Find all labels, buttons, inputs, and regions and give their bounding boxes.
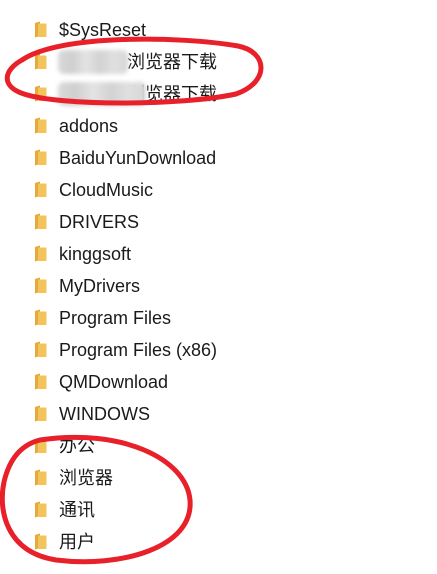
- folder-icon: [35, 533, 47, 550]
- folder-label: MyDrivers: [59, 276, 140, 296]
- folder-icon: [35, 213, 47, 230]
- folder-label: DRIVERS: [59, 212, 140, 232]
- folder-item-users[interactable]: 用户: [0, 526, 437, 558]
- folder-label: kinggsoft: [59, 244, 132, 264]
- folder-item-cloudmusic[interactable]: CloudMusic: [0, 174, 437, 206]
- folder-item-kinggsoft[interactable]: kinggsoft: [0, 238, 437, 270]
- folder-label: WINDOWS: [59, 404, 150, 424]
- folder-label: BaiduYunDownload: [59, 148, 217, 168]
- folder-icon: [35, 53, 47, 70]
- folder-icon: [35, 341, 47, 358]
- folder-item-program-files[interactable]: Program Files: [0, 302, 437, 334]
- folder-label: Program Files (x86): [59, 340, 218, 360]
- folder-icon: [35, 181, 47, 198]
- folder-icon: [35, 309, 47, 326]
- folder-item-addons[interactable]: addons: [0, 110, 437, 142]
- folder-label: CloudMusic: [59, 180, 154, 200]
- folder-label: 通讯: [59, 500, 95, 520]
- folder-label: 浏览器: [59, 468, 113, 488]
- privacy-blur-mask: [58, 82, 146, 106]
- folder-icon: [35, 117, 47, 134]
- folder-icon: [35, 437, 47, 454]
- folder-item-drivers[interactable]: DRIVERS: [0, 206, 437, 238]
- folder-icon: [35, 501, 47, 518]
- folder-icon: [35, 21, 47, 38]
- folder-label: 浏览器下载: [127, 52, 217, 72]
- folder-label: addons: [59, 116, 119, 136]
- folder-item-windows[interactable]: WINDOWS: [0, 398, 437, 430]
- folder-item-browser-download-1[interactable]: 浏览器下载: [0, 46, 437, 78]
- folder-label: $SysReset: [59, 20, 147, 40]
- folder-label: 用户: [59, 532, 95, 552]
- folder-item-communication[interactable]: 通讯: [0, 494, 437, 526]
- folder-item-sysreset[interactable]: $SysReset: [0, 14, 437, 46]
- folder-label: QMDownload: [59, 372, 169, 392]
- folder-item-qmdownload[interactable]: QMDownload: [0, 366, 437, 398]
- folder-item-program-files-x86[interactable]: Program Files (x86): [0, 334, 437, 366]
- folder-label: Program Files: [59, 308, 172, 328]
- folder-item-browser-download-2[interactable]: 浏览器下载: [0, 78, 437, 110]
- folder-item-browser[interactable]: 浏览器: [0, 462, 437, 494]
- privacy-blur-mask: [58, 50, 128, 74]
- folder-item-office[interactable]: 办公: [0, 430, 437, 462]
- folder-item-mydrivers[interactable]: MyDrivers: [0, 270, 437, 302]
- folder-list: $SysReset 浏览器下载 浏览器下载 addons BaiduYunDow…: [0, 14, 437, 558]
- folder-icon: [35, 245, 47, 262]
- folder-icon: [35, 373, 47, 390]
- folder-item-baiduyundownload[interactable]: BaiduYunDownload: [0, 142, 437, 174]
- folder-icon: [35, 469, 47, 486]
- folder-icon: [35, 405, 47, 422]
- folder-icon: [35, 149, 47, 166]
- folder-icon: [35, 85, 47, 102]
- folder-icon: [35, 277, 47, 294]
- folder-label: 办公: [59, 436, 95, 456]
